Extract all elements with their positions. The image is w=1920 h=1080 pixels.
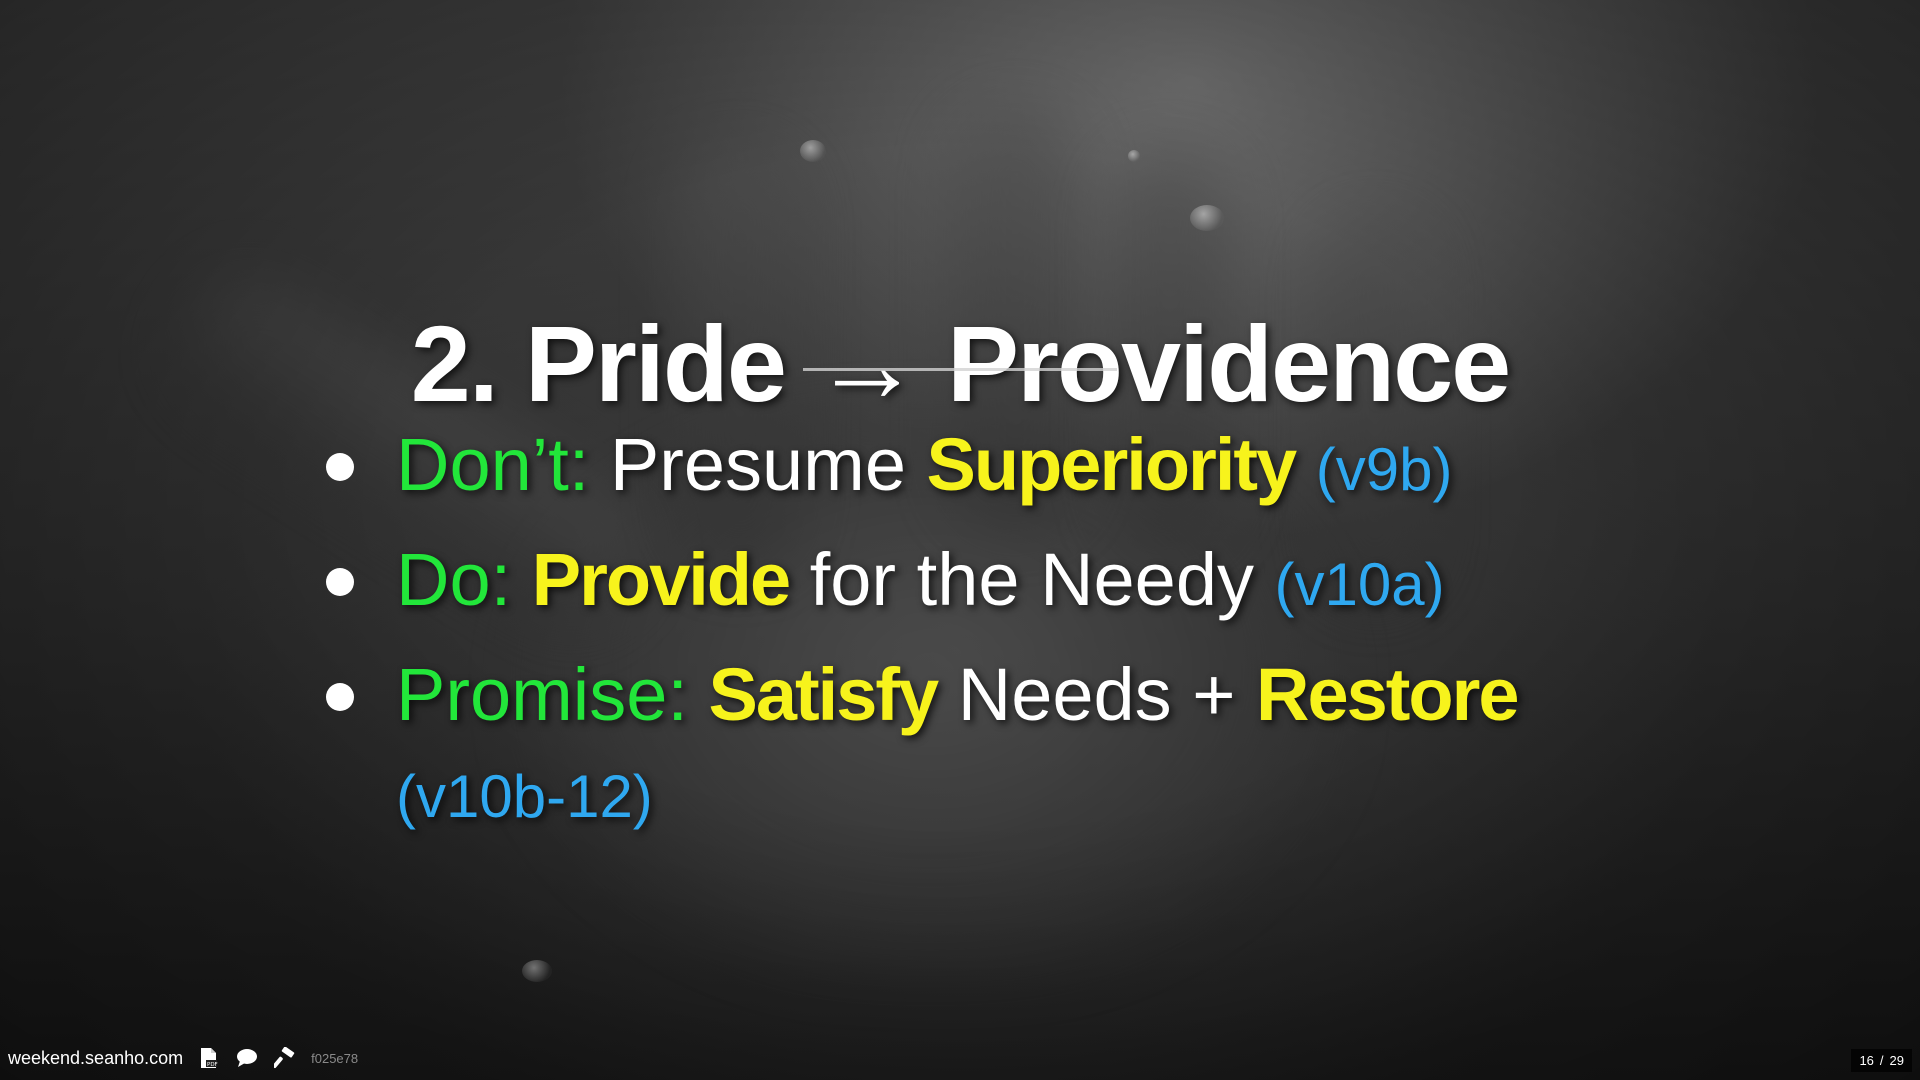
total-pages: 29 bbox=[1889, 1053, 1904, 1068]
bullet-list: Don’t: Presume Superiority (v9b) Do: Pro… bbox=[320, 410, 1640, 750]
bullet-item-dont: Don’t: Presume Superiority (v9b) bbox=[320, 410, 1640, 525]
footer-bar: weekend.seanho.com PDF f025e78 bbox=[8, 1046, 358, 1070]
commit-hash: f025e78 bbox=[311, 1050, 359, 1066]
bullet-label: Don’t: bbox=[396, 423, 590, 506]
bullet-highlight: Provide bbox=[531, 538, 791, 621]
bullet-highlight: Restore bbox=[1256, 653, 1520, 736]
verse-reference: (v9b) bbox=[1315, 436, 1453, 503]
bullet-dot bbox=[326, 683, 354, 711]
page-counter: 16 / 29 bbox=[1851, 1049, 1912, 1072]
bullet-label: Promise: bbox=[396, 653, 688, 736]
bullet-highlight: Superiority bbox=[926, 423, 1298, 506]
bullet-label: Do: bbox=[396, 538, 512, 621]
bullet-item-do: Do: Provide for the Needy (v10a) bbox=[320, 525, 1640, 640]
site-link[interactable]: weekend.seanho.com bbox=[8, 1048, 183, 1069]
comment-icon[interactable] bbox=[235, 1046, 259, 1070]
bullet-item-promise: Promise: Satisfy Needs + Restore bbox=[320, 640, 1640, 750]
current-page: 16 bbox=[1859, 1053, 1874, 1068]
title-underline bbox=[803, 368, 1117, 371]
bullet-dot bbox=[326, 453, 354, 481]
slide-title: 2. Pride → Providence bbox=[410, 303, 1511, 425]
verse-reference: (v10b-12) bbox=[396, 763, 653, 830]
bullet-dot bbox=[326, 568, 354, 596]
bullet-text: Presume bbox=[609, 423, 906, 506]
bullet-text: Needs + bbox=[957, 653, 1236, 736]
verse-reference: (v10a) bbox=[1274, 551, 1445, 618]
slide-stage: 2. Pride → Providence Don’t: Presume Sup… bbox=[0, 0, 1920, 1080]
bullet-highlight: Satisfy bbox=[708, 653, 940, 736]
svg-text:PDF: PDF bbox=[207, 1062, 218, 1068]
bullet-text: for the Needy bbox=[809, 538, 1254, 621]
page-separator: / bbox=[1879, 1053, 1884, 1068]
hammer-icon[interactable] bbox=[273, 1046, 297, 1070]
pdf-icon[interactable]: PDF bbox=[197, 1046, 221, 1070]
